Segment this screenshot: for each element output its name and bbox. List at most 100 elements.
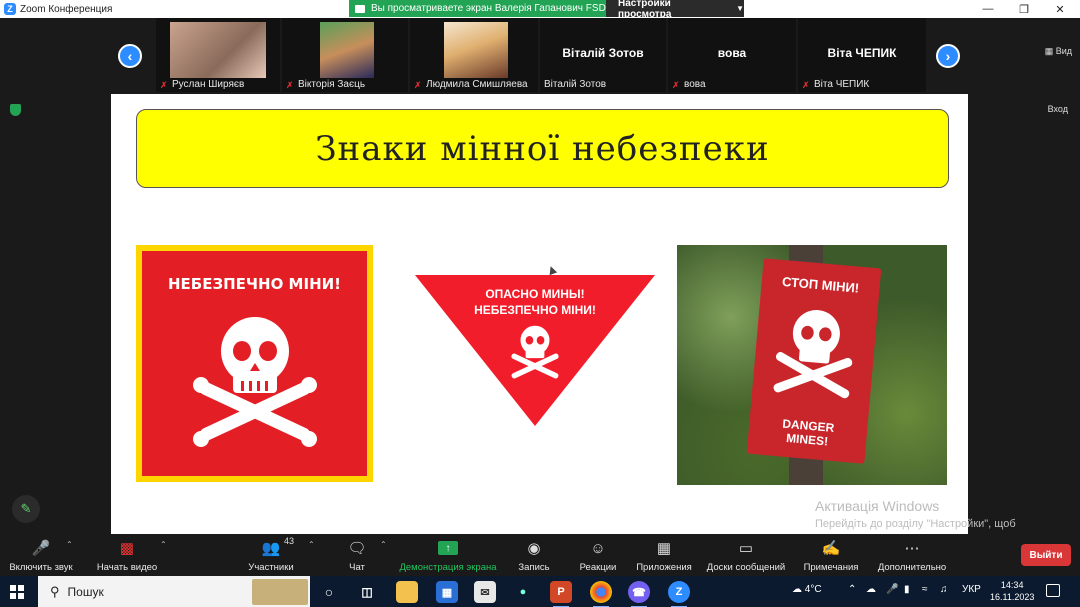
participant-tile[interactable]: Віталій Зотов Віталій Зотов [540, 18, 666, 92]
search-icon: ⚲ [50, 583, 60, 599]
participant-name: Людмила Смишляева [426, 79, 528, 90]
share-banner: Вы просматриваете экран Валерія Гапанови… [349, 0, 606, 17]
mail-icon[interactable]: ✉ [474, 581, 496, 603]
exit-fullscreen-button[interactable]: Вход [1048, 104, 1068, 114]
whiteboards-label: Доски сообщений [706, 562, 786, 573]
skull-crossbones-icon [511, 325, 559, 379]
powerpoint-icon[interactable]: P [550, 581, 572, 607]
shared-screen-slide: Знаки мінної небезпеки НЕБЕЗПЕЧНО МІНИ! [111, 94, 968, 534]
cortana-icon[interactable]: ○ [318, 581, 340, 603]
participant-tile[interactable]: Віта ЧЕПИК ✗ Віта ЧЕПИК [798, 18, 926, 92]
volume-icon[interactable]: ♫ [940, 584, 948, 595]
mic-muted-icon: ✗ [286, 80, 294, 90]
taskbar-search[interactable]: ⚲ Пошук [38, 576, 310, 607]
maximize-button[interactable]: ❐ [1006, 0, 1042, 18]
sign2-text: ОПАСНО МИНЫ! НЕБЕЗПЕЧНО МІНИ! [413, 286, 657, 318]
apps-button[interactable]: ▦ Приложения [632, 538, 696, 573]
minimize-button[interactable]: — [970, 0, 1006, 18]
mic-muted-icon: ✗ [160, 80, 168, 90]
meeting-toolbar: 🎤 Включить звук ⌃ ▩ Начать видео ⌃ 👥 Уча… [0, 534, 1080, 576]
chat-button[interactable]: 🗨 Чат [340, 538, 374, 573]
participant-tile[interactable]: ✗ Людмила Смишляева [410, 18, 538, 92]
notifications-icon[interactable] [1046, 584, 1060, 597]
reactions-label: Реакции [579, 562, 617, 573]
view-button[interactable]: ▦ Вид [1045, 46, 1072, 57]
slide-title-box: Знаки мінної небезпеки [136, 109, 949, 188]
notes-button[interactable]: ✍ Примечания [800, 538, 862, 573]
share-screen-button[interactable]: ↑ Демонстрация экрана [396, 538, 500, 573]
record-label: Запись [518, 562, 550, 573]
audio-options-caret[interactable]: ⌃ [66, 540, 73, 549]
reactions-icon: ☺ [590, 539, 606, 557]
participants-options-caret[interactable]: ⌃ [308, 540, 315, 549]
skull-crossbones-icon [193, 317, 317, 447]
view-label: Вид [1055, 46, 1072, 56]
participant-tile[interactable]: вова ✗ вова [668, 18, 796, 92]
clock-date: 16.11.2023 [990, 592, 1035, 602]
show-hidden-icons[interactable]: ⌃ [848, 584, 856, 595]
participant-tile[interactable]: ✗ Вікторія Заєць [282, 18, 408, 92]
participant-name: Віта ЧЕПИК [814, 79, 870, 90]
record-button[interactable]: ◉ Запись [512, 538, 556, 573]
zoom-taskbar-icon[interactable]: Z [668, 581, 690, 607]
video-options-caret[interactable]: ⌃ [160, 540, 167, 549]
whiteboard-icon: ▭ [738, 540, 754, 557]
sign1-text: НЕБЕЗПЕЧНО МІНИ! [167, 275, 342, 293]
more-button[interactable]: ⋯ Дополнительно [874, 538, 950, 573]
record-icon: ◉ [527, 540, 541, 557]
participant-name: вова [684, 79, 706, 90]
participant-name: Руслан Ширяєв [172, 79, 245, 90]
mine-sign-photo: СТОП МІНИ! DANGER MINES! [677, 245, 947, 485]
task-view-icon[interactable]: ◫ [356, 581, 378, 603]
mic-muted-icon: ✗ [672, 80, 680, 90]
more-label: Дополнительно [877, 562, 947, 573]
cloud-icon[interactable]: ☁ [866, 584, 876, 595]
apps-icon: ▦ [656, 540, 672, 557]
mine-sign-square: НЕБЕЗПЕЧНО МІНИ! [136, 245, 373, 482]
mic-muted-icon: ✗ [414, 80, 422, 90]
share-banner-text: Вы просматриваете экран Валерія Гапанови… [371, 3, 606, 14]
viber-icon[interactable]: ☎ [628, 581, 650, 607]
participants-label: Участники [248, 562, 294, 573]
mine-sign-triangle: ОПАСНО МИНЫ! НЕБЕЗПЕЧНО МІНИ! [413, 270, 657, 430]
system-clock[interactable]: 14:34 16.11.2023 [990, 579, 1034, 603]
participant-tile[interactable]: ✗ Руслан Ширяєв [156, 18, 280, 92]
chat-options-caret[interactable]: ⌃ [380, 540, 387, 549]
close-button[interactable]: ✕ [1042, 0, 1078, 18]
store-icon[interactable]: ▦ [436, 581, 458, 603]
weather-widget[interactable]: ☁ 4°C [792, 584, 822, 595]
view-settings-button[interactable]: Настройки просмотра ▼ [606, 0, 744, 20]
encryption-shield-icon[interactable] [10, 104, 21, 116]
search-placeholder: Пошук [67, 584, 104, 599]
start-video-button[interactable]: ▩ Начать видео [92, 538, 162, 573]
annotate-pencil-icon[interactable]: ✎ [12, 495, 40, 523]
share-screen-icon: ↑ [438, 541, 458, 555]
windows-start-icon[interactable] [10, 585, 24, 599]
chrome-icon[interactable] [590, 581, 612, 607]
zoom-logo-icon: Z [4, 3, 16, 15]
participant-name: Вікторія Заєць [298, 79, 366, 90]
gallery-prev-button[interactable]: ‹ [118, 44, 142, 68]
language-indicator[interactable]: УКР [962, 584, 981, 595]
whiteboards-button[interactable]: ▭ Доски сообщений [704, 538, 788, 573]
unmute-label: Включить звук [9, 562, 73, 573]
mic-tray-icon[interactable]: 🎤 [886, 584, 898, 595]
app-icon[interactable]: ● [512, 581, 534, 603]
sign3-bottom-text: DANGER MINES! [748, 414, 868, 452]
wifi-icon[interactable]: ≈ [922, 584, 928, 595]
view-settings-label: Настройки просмотра [618, 0, 672, 20]
participant-display-name: вова [717, 46, 747, 60]
chat-label: Чат [349, 562, 365, 573]
file-explorer-icon[interactable] [396, 581, 418, 603]
participant-name: Віталій Зотов [544, 79, 607, 90]
sign2-line1: ОПАСНО МИНЫ! [485, 287, 585, 301]
gallery-next-button[interactable]: › [936, 44, 960, 68]
share-screen-label: Демонстрация экрана [399, 562, 497, 573]
participant-display-name: Віталій Зотов [562, 46, 644, 60]
battery-icon[interactable]: ▮ [904, 584, 910, 595]
zoom-window: Z Zoom Конференция Вы просматриваете экр… [0, 0, 1080, 607]
chat-icon: 🗨 [347, 540, 367, 557]
reactions-button[interactable]: ☺ Реакции [574, 538, 622, 574]
search-highlight-image [252, 579, 308, 605]
leave-button[interactable]: Выйти [1021, 544, 1071, 566]
